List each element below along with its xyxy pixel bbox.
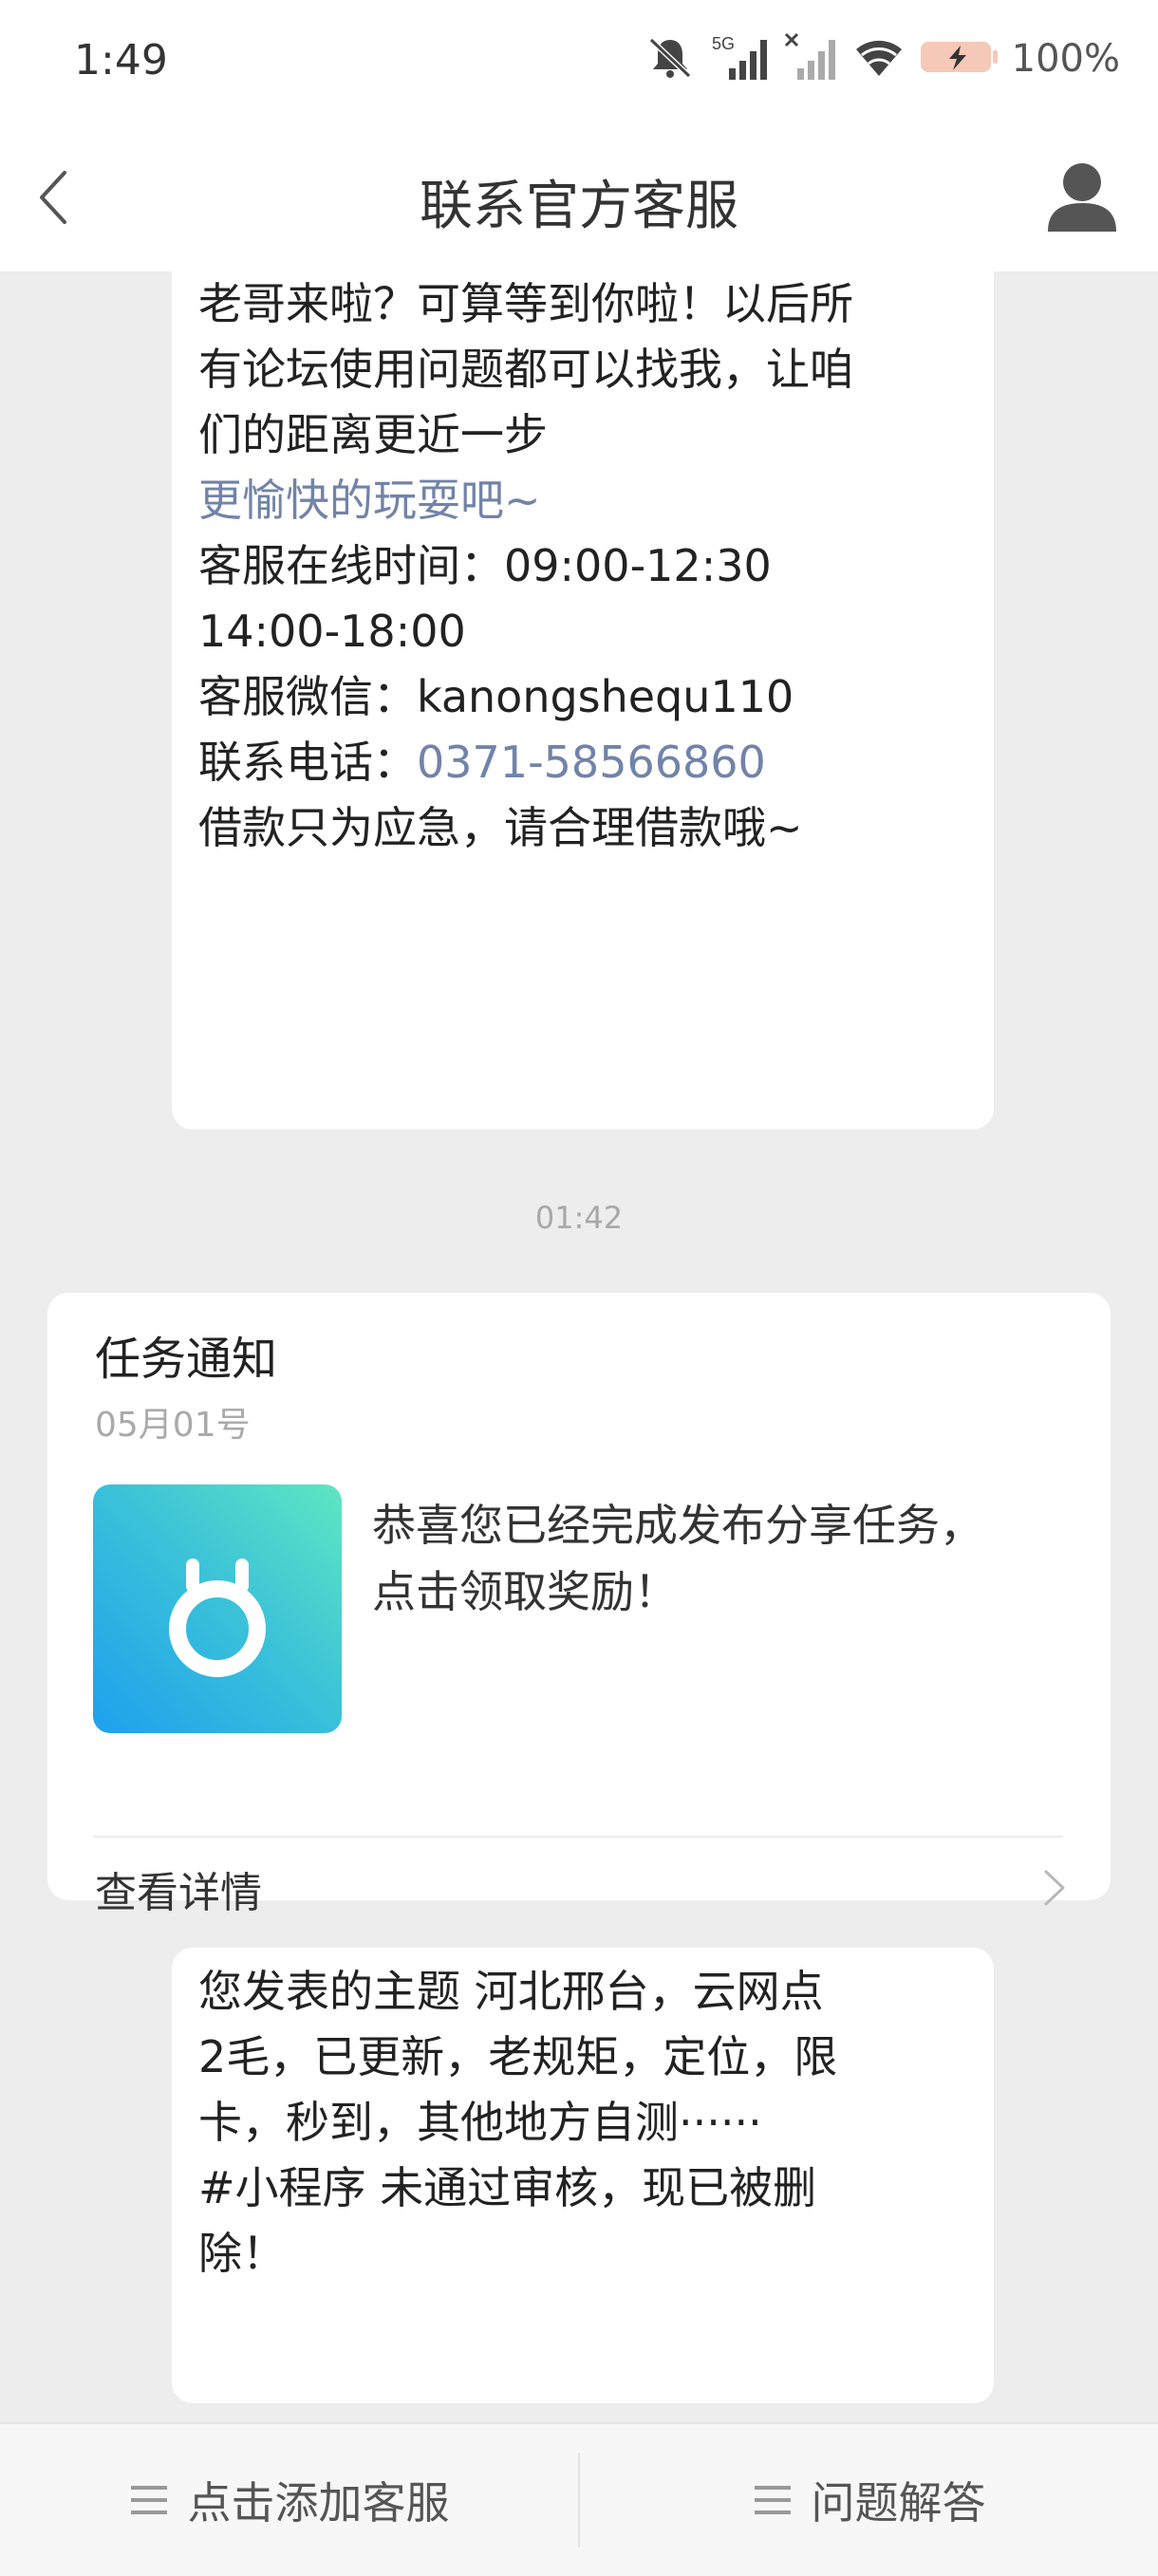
- medal-icon: [93, 1484, 342, 1733]
- chevron-right-icon[interactable]: [1040, 1864, 1069, 1912]
- bottom-menu-bar: 点击添加客服 问题解答: [0, 2422, 1158, 2576]
- chat-header: 联系官方客服: [0, 121, 1158, 271]
- service-hours-continued: 14:00-18:00: [198, 606, 466, 657]
- add-service-label: 点击添加客服: [187, 2477, 450, 2529]
- page-title: 联系官方客服: [420, 176, 738, 237]
- status-time: 1:49: [74, 36, 168, 84]
- wifi-icon: [852, 36, 906, 82]
- add-service-button[interactable]: 点击添加客服: [0, 2424, 578, 2576]
- message-line: #小程序 未通过审核，现已被删: [198, 2162, 817, 2213]
- message-line: 有论坛使用问题都可以找我，让咱: [198, 344, 853, 395]
- fun-link[interactable]: 更愉快的玩耍吧~: [198, 468, 967, 533]
- task-notification-card[interactable]: 任务通知 05月01号 恭喜您已经完成发布分享任务， 点击领取奖励！ 查看详情: [47, 1293, 1111, 1917]
- card-message: 恭喜您已经完成发布分享任务， 点击领取奖励！: [372, 1492, 1055, 1625]
- battery-charging-icon: [919, 38, 999, 80]
- message-timestamp: 01:42: [534, 1200, 624, 1236]
- menu-icon: [754, 2486, 791, 2514]
- message-line: 2毛，已更新，老规矩，定位，限: [198, 2031, 838, 2082]
- status-bar: 1:49 5G 100%: [0, 0, 1158, 121]
- phone-link[interactable]: 0371-58566860: [417, 737, 766, 788]
- message-line: 老哥来啦？可算等到你啦！以后所: [198, 278, 853, 329]
- status-icons: 5G 100%: [644, 32, 1120, 85]
- loan-notice: 借款只为应急，请合理借款哦~: [198, 802, 803, 853]
- signal-5g-icon: 5G: [710, 32, 771, 85]
- wechat-id: 客服微信：kanongshequ110: [198, 671, 794, 722]
- welcome-message-bubble: 老哥来啦？可算等到你啦！以后所 有论坛使用问题都可以找我，让咱 们的距离更近一步…: [172, 271, 994, 1129]
- faq-label: 问题解答: [811, 2477, 986, 2529]
- card-message-line: 点击领取奖励！: [372, 1566, 678, 1617]
- service-hours: 客服在线时间：09:00-12:30: [198, 540, 772, 591]
- signal-no-service-icon: [784, 32, 839, 85]
- message-line: 您发表的主题 河北邢台，云网点: [198, 1966, 824, 2017]
- message-line: 卡，秒到，其他地方自测······: [198, 2097, 762, 2148]
- review-notice-bubble: 您发表的主题 河北邢台，云网点 2毛，已更新，老规矩，定位，限 卡，秒到，其他地…: [172, 1948, 994, 2403]
- phone-row: 联系电话：0371-58566860: [198, 730, 967, 795]
- message-line: 除！: [198, 2228, 286, 2279]
- view-details-link[interactable]: 查看详情: [95, 1858, 262, 1919]
- user-profile-icon: [1048, 163, 1116, 232]
- battery-percentage: 100%: [1011, 37, 1120, 81]
- chat-content[interactable]: 老哥来啦？可算等到你啦！以后所 有论坛使用问题都可以找我，让咱 们的距离更近一步…: [0, 271, 1158, 2422]
- divider: [93, 1836, 1063, 1838]
- message-line: 们的距离更近一步: [198, 409, 548, 460]
- user-profile-button[interactable]: [1044, 158, 1120, 235]
- phone-label: 联系电话：: [198, 737, 417, 788]
- card-date: 05月01号: [95, 1406, 251, 1445]
- faq-button[interactable]: 问题解答: [580, 2424, 1158, 2576]
- menu-icon: [130, 2486, 167, 2514]
- svg-text:5G: 5G: [712, 34, 735, 53]
- card-title: 任务通知: [95, 1333, 278, 1386]
- mute-icon: [644, 34, 697, 84]
- card-message-line: 恭喜您已经完成发布分享任务，: [372, 1500, 983, 1551]
